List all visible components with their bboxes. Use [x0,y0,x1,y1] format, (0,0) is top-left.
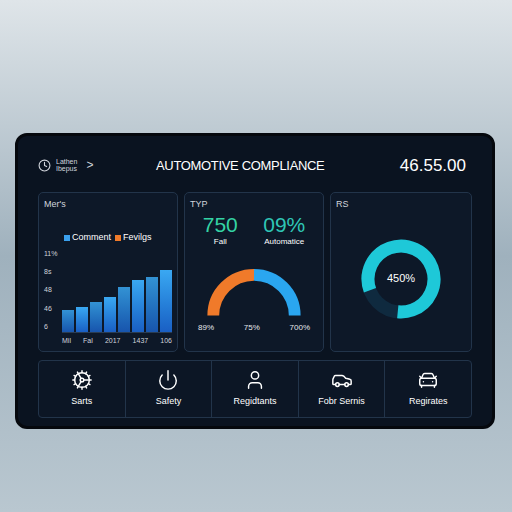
card-title: TYP [190,198,318,212]
donut-value: 450% [387,270,415,287]
kpi-row: 750Fall 09%Automatice [190,213,318,248]
cards-row: Mer's Comment Fevilgs 11% 8s 48 46 6 Mil Fal 2017 1… [38,192,472,353]
gauge-label: 700% [290,322,310,334]
x-label: Fal [83,336,93,347]
nav-icon [417,369,439,391]
nav-bar: Sarts Safety Regidtants Fobr Sernis Regirate… [38,360,472,418]
card-title: RS [336,198,466,212]
logo-icon [38,159,51,172]
bar[interactable] [118,287,130,332]
gauge-labels: 89% 75% 700% [190,322,318,334]
nav-icon [331,369,353,391]
x-label: 106 [160,336,172,347]
chevron[interactable]: > [86,156,93,174]
nav-item[interactable]: Regidtants [211,361,298,417]
nav-icon [244,369,266,391]
tablet-screen: LathenIbepus > AUTOMOTIVE COMPLIANCE 46.55.… [15,133,495,429]
bar[interactable] [62,310,74,332]
x-label: Mil [62,336,71,347]
bar[interactable] [104,297,116,332]
logo-text: Ibepus [56,165,77,172]
kpi-label: Fall [214,236,227,248]
legend-item: Fevilgs [115,231,152,245]
gauge-label: 75% [244,322,260,334]
nav-label: Safety [156,395,182,409]
plot-area [62,249,172,333]
nav-icon [157,369,179,391]
y-tick: 48 [44,285,58,296]
y-tick: 46 [44,304,58,315]
nav-item[interactable]: Safety [125,361,212,417]
card-title: Mer's [44,198,172,212]
app: LathenIbepus > AUTOMOTIVE COMPLIANCE 46.55.… [0,0,512,512]
nav-label: Regirates [409,395,448,409]
donut-card: RS 450% [330,192,472,353]
bar[interactable] [90,302,102,331]
y-axis: 11% 8s 48 46 6 [44,249,58,333]
nav-label: Sarts [71,395,92,409]
nav-item[interactable]: Regirates [384,361,471,417]
bar[interactable] [132,280,144,331]
kpi-value: 09% [263,213,305,236]
x-axis: Mil Fal 2017 1437 106 [62,336,172,347]
nav-icon [71,369,93,391]
title: AUTOMOTIVE COMPLIANCE [156,156,392,176]
nav-item[interactable]: Fobr Sernis [298,361,385,417]
logo-text: Lathen [56,158,77,165]
kpi: 09%Automatice [263,213,305,248]
nav-label: Fobr Sernis [318,395,365,409]
bar[interactable] [160,270,172,331]
header-value: 46.55.00 [400,153,472,179]
kpi-label: Automatice [264,236,304,248]
gauge-chart [199,262,309,322]
kpi-value: 750 [203,213,238,236]
nav-label: Regidtants [233,395,276,409]
y-tick: 11% [44,249,58,260]
legend: Comment Fevilgs [64,231,172,245]
legend-item: Comment [64,231,111,245]
bar-chart-card: Mer's Comment Fevilgs 11% 8s 48 46 6 Mil Fal 2017 1… [38,192,178,353]
legend-swatch [115,235,121,241]
x-label: 1437 [133,336,149,347]
header: LathenIbepus > AUTOMOTIVE COMPLIANCE 46.55.… [38,144,472,187]
y-tick: 6 [44,322,58,333]
bar[interactable] [146,277,158,332]
kpi-card: TYP750Fall 09%Automatice 89% 75% 700% [184,192,324,353]
gauge-label: 89% [198,322,214,334]
legend-swatch [64,235,70,241]
nav-item[interactable]: Sarts [39,361,125,417]
logo[interactable]: LathenIbepus > [38,156,148,174]
y-tick: 8s [44,267,58,278]
x-label: 2017 [105,336,121,347]
bar[interactable] [76,307,88,332]
kpi: 750Fall [203,213,238,248]
